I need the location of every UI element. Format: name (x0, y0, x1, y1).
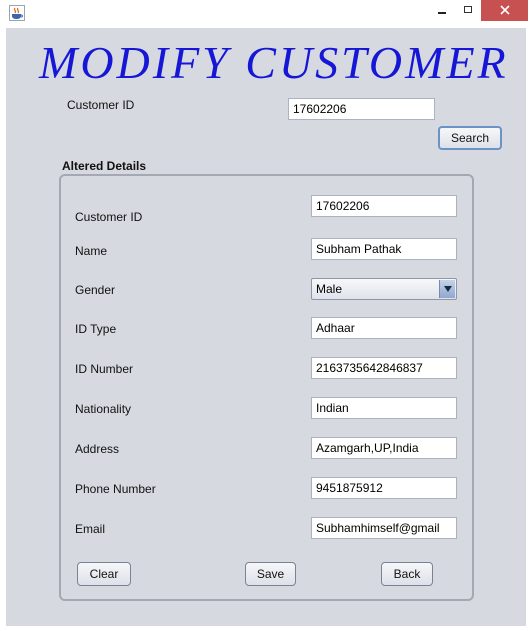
name-field[interactable] (311, 238, 457, 260)
phone-number-label: Phone Number (75, 482, 156, 496)
name-label: Name (75, 244, 108, 258)
close-button[interactable] (481, 0, 528, 21)
id-type-field[interactable] (311, 317, 457, 339)
altered-details-title: Altered Details (62, 159, 147, 173)
java-cup-icon (9, 5, 25, 21)
id-number-label: ID Number (75, 362, 134, 376)
address-field[interactable] (311, 437, 457, 459)
minimize-button[interactable] (429, 0, 455, 21)
email-label: Email (75, 522, 106, 536)
email-field[interactable] (311, 517, 457, 539)
search-customer-id-input[interactable] (288, 98, 435, 120)
form-panel: MODIFY CUSTOMER Customer ID Search Alter… (6, 28, 526, 626)
address-label: Address (75, 442, 120, 456)
dropdown-arrow-icon[interactable] (439, 280, 455, 298)
gender-label: Gender (75, 283, 116, 297)
nationality-label: Nationality (75, 402, 132, 416)
id-number-field[interactable] (311, 357, 457, 379)
save-button[interactable]: Save (245, 562, 296, 586)
nationality-field[interactable] (311, 397, 457, 419)
back-button[interactable]: Back (381, 562, 433, 586)
phone-number-field[interactable] (311, 477, 457, 499)
customer-id-label: Customer ID (75, 210, 143, 224)
gender-select[interactable]: Male (311, 278, 457, 300)
gender-selected-value: Male (316, 282, 343, 296)
window-titlebar (0, 0, 532, 28)
page-title: MODIFY CUSTOMER (39, 37, 509, 88)
minimize-icon (438, 12, 446, 14)
search-button[interactable]: Search (438, 126, 502, 150)
maximize-icon (464, 6, 472, 13)
id-type-label: ID Type (75, 322, 117, 336)
search-customer-id-label: Customer ID (67, 98, 135, 112)
close-icon (499, 5, 510, 15)
customer-id-field[interactable] (311, 195, 457, 217)
maximize-button[interactable] (455, 0, 481, 21)
clear-button[interactable]: Clear (77, 562, 131, 586)
